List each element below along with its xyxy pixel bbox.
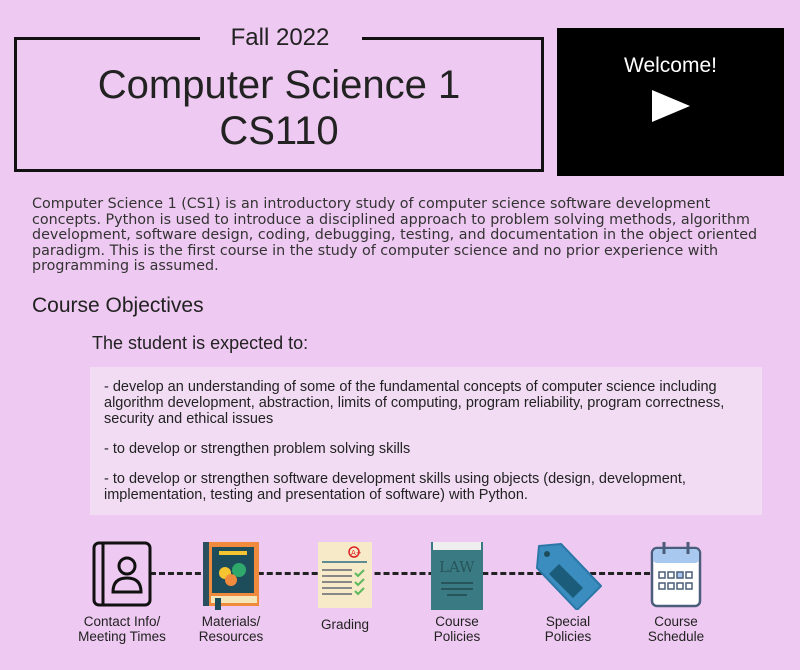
nav-grading[interactable]: A+ Grading: [290, 540, 400, 632]
title-line: Computer Science 1: [97, 63, 461, 107]
objective-item: - to develop or strengthen problem solvi…: [104, 441, 411, 457]
objectives-list: - develop an understanding of some of th…: [90, 367, 762, 515]
nav-contact-info[interactable]: Contact Info/Meeting Times: [67, 540, 177, 644]
page-title: Computer Science 1 CS110: [14, 62, 544, 154]
play-icon[interactable]: [651, 90, 690, 122]
nav-label: Course: [654, 614, 698, 629]
objectives-intro: The student is expected to:: [92, 333, 309, 353]
law-book-icon: LAW: [431, 542, 483, 610]
book-icon: [203, 542, 259, 610]
welcome-video[interactable]: Welcome!: [557, 28, 784, 176]
law-text: LAW: [439, 558, 475, 576]
course-description: Computer Science 1 (CS1) is an introduct…: [32, 196, 758, 274]
nav-label: Materials/: [201, 614, 261, 629]
calendar-icon: [650, 542, 702, 608]
nav-course-schedule[interactable]: Course Schedule: [621, 540, 731, 644]
nav-label: Schedule: [647, 629, 705, 644]
nav-materials[interactable]: Materials/Resources: [176, 540, 286, 644]
nav-label: Course: [435, 614, 479, 629]
nav-label: Meeting Times: [78, 629, 166, 644]
objective-item: - develop an understanding of some of th…: [104, 379, 725, 427]
nav-label: Special: [545, 614, 591, 629]
objective-item: - to develop or strengthen software deve…: [104, 471, 686, 503]
nav-label: Resources: [198, 629, 264, 644]
nav-label: Policies: [544, 629, 592, 644]
nav-course-policies[interactable]: LAW Course Policies: [402, 540, 512, 644]
nav-label: Policies: [433, 629, 481, 644]
grade-text: A+: [351, 549, 362, 557]
contact-book-icon: [92, 541, 152, 607]
video-label: Welcome!: [624, 54, 717, 77]
term: Fall 2022: [230, 24, 330, 51]
objectives-heading: Course Objectives: [32, 294, 204, 317]
tag-icon: [536, 543, 602, 610]
nav-label: Contact Info/: [83, 614, 161, 629]
graded-paper-icon: A+: [318, 542, 372, 608]
course-code: CS110: [219, 109, 339, 153]
nav-special-policies[interactable]: Special Policies: [513, 540, 623, 644]
nav-label: Grading: [320, 617, 370, 632]
